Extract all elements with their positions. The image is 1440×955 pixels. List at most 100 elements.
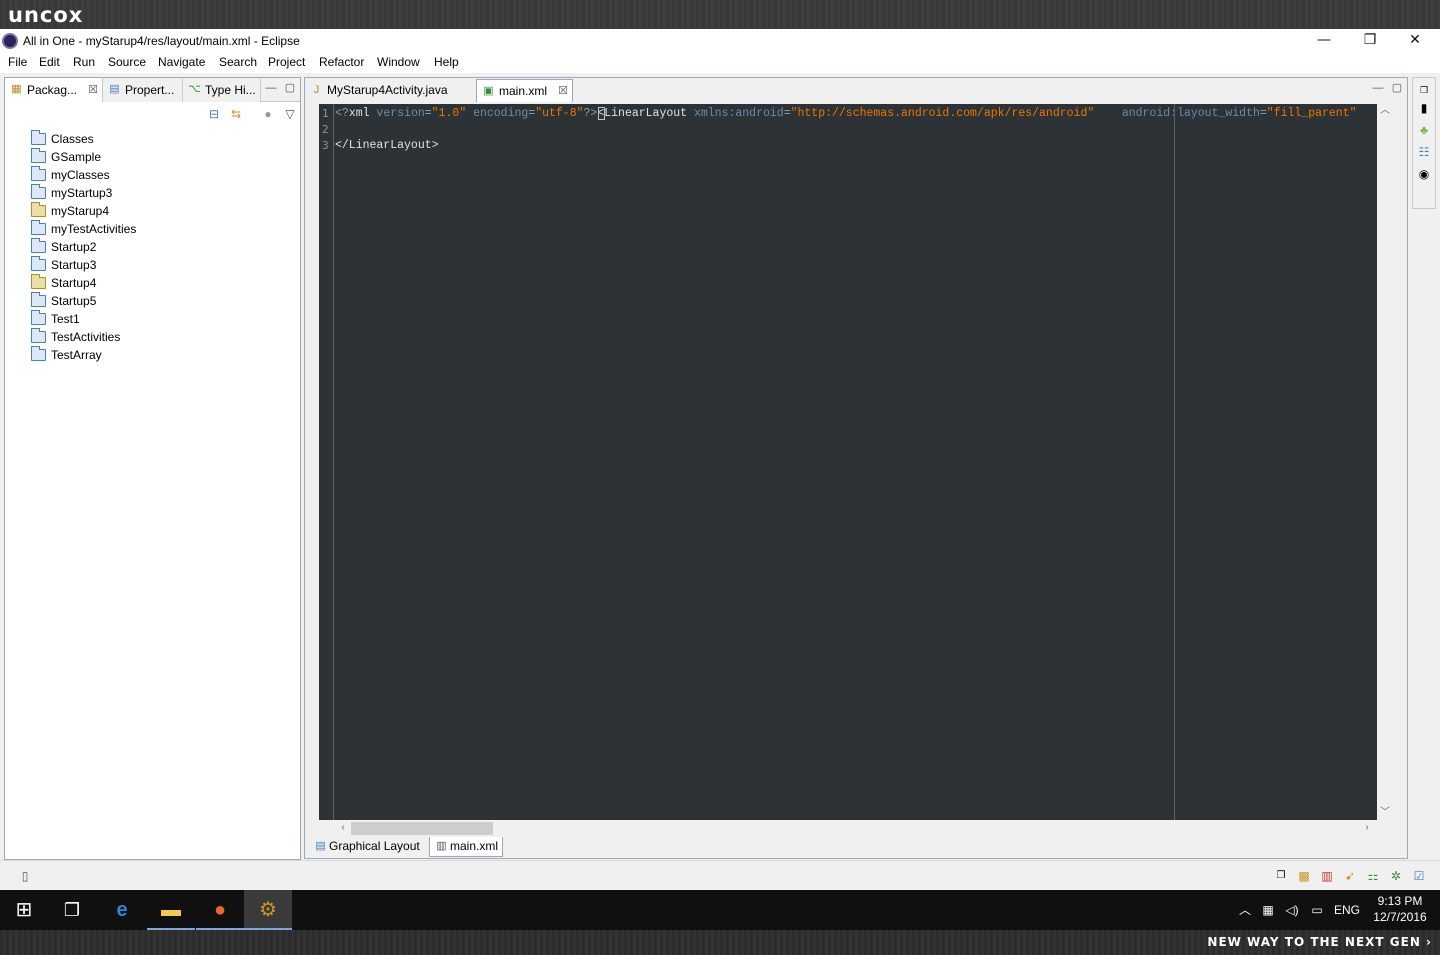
vertical-scrollbar[interactable]: ︿ ﹀ xyxy=(1377,104,1393,820)
code-editor[interactable]: 1 2 3 <?xml version="1.0" encoding="utf-… xyxy=(319,104,1377,820)
restore-icon[interactable]: ❐ xyxy=(1416,82,1432,98)
tab-mystarup4activity-java[interactable]: J MyStarup4Activity.java xyxy=(305,79,475,102)
tree-item[interactable]: TestActivities xyxy=(5,328,300,346)
menu-edit[interactable]: Edit xyxy=(39,55,60,69)
run-icon[interactable]: ➹ xyxy=(1341,868,1359,884)
package-explorer-toolbar: ⊟ ⇆ ● ▽ xyxy=(5,102,300,126)
tree-item[interactable]: myTestActivities xyxy=(5,220,300,238)
notifications-icon[interactable]: ▭ xyxy=(1306,890,1328,930)
tree-item[interactable]: Test1 xyxy=(5,310,300,328)
outline-icon[interactable]: ☷ xyxy=(1416,144,1432,160)
tree-item[interactable]: Startup3 xyxy=(5,256,300,274)
menu-source[interactable]: Source xyxy=(108,55,146,69)
minimize-view-icon[interactable]: — xyxy=(264,81,278,95)
language-indicator[interactable]: ENG xyxy=(1332,890,1362,930)
restore-button[interactable]: ❐ xyxy=(1347,29,1393,53)
eclipse-taskbar-icon[interactable]: ⚙ xyxy=(244,890,292,930)
horizontal-scrollbar[interactable]: ‹ › xyxy=(335,820,1377,836)
scroll-up-icon[interactable]: ︿ xyxy=(1377,104,1393,118)
package-explorer-view: ▦ Packag... ☒ ▤ Propert... ⌥ Type Hi... … xyxy=(4,77,301,860)
menu-help[interactable]: Help xyxy=(434,55,459,69)
focus-task-icon[interactable]: ● xyxy=(260,106,276,122)
tree-item-label: Startup3 xyxy=(51,258,97,272)
xml-file-icon: ▣ xyxy=(483,85,494,97)
volume-icon[interactable]: ◁) xyxy=(1282,890,1302,930)
fast-view-icon[interactable]: ▯ xyxy=(16,868,34,884)
tab-properties[interactable]: ▤ Propert... xyxy=(103,78,183,102)
tree-item-label: myStartup3 xyxy=(51,186,113,200)
xml-attr: version xyxy=(369,107,425,120)
file-explorer-icon[interactable]: ▬ xyxy=(147,890,195,930)
tree-item[interactable]: Startup5 xyxy=(5,292,300,310)
menu-project[interactable]: Project xyxy=(268,55,305,69)
tab-label: Propert... xyxy=(125,83,175,97)
tree-item-label: myClasses xyxy=(51,168,110,182)
tab-main-xml-source[interactable]: ▥ main.xml xyxy=(429,837,503,857)
minimize-view-icon[interactable]: — xyxy=(1371,81,1385,95)
java-project-icon xyxy=(31,310,46,325)
link-with-editor-icon[interactable]: ⇆ xyxy=(228,106,244,122)
device-icon[interactable]: ▮ xyxy=(1416,100,1432,116)
restore-icon[interactable]: ❐ xyxy=(1272,868,1290,884)
tab-graphical-layout[interactable]: ▤ Graphical Layout xyxy=(309,837,427,857)
maximize-view-icon[interactable]: ▢ xyxy=(1390,81,1404,95)
tree-item[interactable]: myClasses xyxy=(5,166,300,184)
java-project-icon xyxy=(31,148,46,163)
show-hidden-icons-icon[interactable]: ︿ xyxy=(1236,890,1254,930)
minimize-button[interactable]: — xyxy=(1301,29,1347,53)
view-menu-icon[interactable]: ▽ xyxy=(282,106,298,122)
close-icon[interactable]: ☒ xyxy=(558,80,568,102)
close-button[interactable]: ✕ xyxy=(1392,29,1438,53)
tagline: NEW WAY TO THE NEXT GEN › xyxy=(1207,935,1432,949)
debug-icon[interactable]: ✲ xyxy=(1387,868,1405,884)
editor-area: J MyStarup4Activity.java ▣ main.xml ☒ — … xyxy=(304,77,1408,859)
scroll-down-icon[interactable]: ﹀ xyxy=(1377,806,1393,820)
collapse-all-icon[interactable]: ⊟ xyxy=(206,106,222,122)
clock[interactable]: 9:13 PM 12/7/2016 xyxy=(1370,893,1430,925)
eclipse-window: All in One - myStarup4/res/layout/main.x… xyxy=(0,29,1440,890)
tree-item[interactable]: GSample xyxy=(5,148,300,166)
menu-search[interactable]: Search xyxy=(219,55,257,69)
menu-refactor[interactable]: Refactor xyxy=(319,55,364,69)
menu-navigate[interactable]: Navigate xyxy=(158,55,205,69)
line-number: 3 xyxy=(322,139,329,152)
tab-type-hierarchy[interactable]: ⌥ Type Hi... xyxy=(183,78,261,102)
firefox-icon[interactable]: ● xyxy=(196,890,244,930)
window-title: All in One - myStarup4/res/layout/main.x… xyxy=(23,34,300,48)
close-icon[interactable]: ☒ xyxy=(88,78,98,102)
tree-item[interactable]: myStarup4 xyxy=(5,202,300,220)
scroll-right-icon[interactable]: › xyxy=(1359,821,1375,835)
tree-item-label: TestArray xyxy=(51,348,102,362)
tab-main-xml[interactable]: ▣ main.xml ☒ xyxy=(476,79,573,102)
logcat-icon[interactable]: ◉ xyxy=(1416,166,1432,182)
tree-item-label: Test1 xyxy=(51,312,80,326)
menu-run[interactable]: Run xyxy=(73,55,95,69)
task-view-icon[interactable]: ❐ xyxy=(48,890,96,930)
tree-item[interactable]: Classes xyxy=(5,130,300,148)
tree-item[interactable]: Startup2 xyxy=(5,238,300,256)
tree-item[interactable]: myStartup3 xyxy=(5,184,300,202)
tab-label: main.xml xyxy=(499,84,548,98)
xml-attr: android:layout_width xyxy=(1094,107,1260,120)
ddms-icon[interactable]: ▥ xyxy=(1318,868,1336,884)
android-icon[interactable]: ♣ xyxy=(1416,122,1432,138)
menu-file[interactable]: File xyxy=(8,55,27,69)
java-perspective-icon[interactable]: ▩ xyxy=(1295,868,1313,884)
tab-label: Type Hi... xyxy=(205,83,256,97)
tree-item[interactable]: TestArray xyxy=(5,346,300,364)
scroll-left-icon[interactable]: ‹ xyxy=(335,821,351,835)
xml-value: "utf-8" xyxy=(535,107,584,120)
scroll-thumb[interactable] xyxy=(351,822,493,835)
tree-item[interactable]: Startup4 xyxy=(5,274,300,292)
tasks-icon[interactable]: ☑ xyxy=(1410,868,1428,884)
xml-tag: LinearLayout xyxy=(604,107,688,120)
hierarchy-icon[interactable]: ⚏ xyxy=(1364,868,1382,884)
start-button[interactable]: ⊞ xyxy=(0,890,48,930)
menu-window[interactable]: Window xyxy=(377,55,420,69)
network-icon[interactable]: ▦ xyxy=(1258,890,1278,930)
tab-package-explorer[interactable]: ▦ Packag... ☒ xyxy=(5,78,103,102)
xml-source-icon: ▥ xyxy=(436,840,447,852)
maximize-view-icon[interactable]: ▢ xyxy=(283,81,297,95)
line-number: 1 xyxy=(322,107,329,120)
edge-icon[interactable]: e xyxy=(98,890,146,930)
